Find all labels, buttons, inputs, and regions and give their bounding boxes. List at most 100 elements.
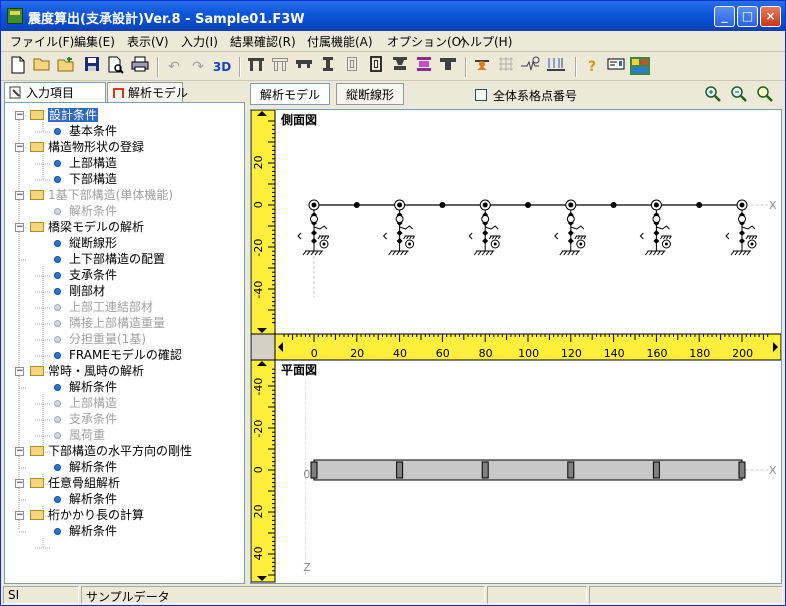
load-icon[interactable] bbox=[545, 56, 567, 78]
bearing-flat-icon[interactable] bbox=[437, 56, 459, 78]
bearing-icon[interactable] bbox=[389, 56, 411, 78]
ruler-tick-label: 60 bbox=[436, 347, 450, 360]
tree-item[interactable]: 解析条件 bbox=[54, 523, 117, 539]
column-i-icon[interactable] bbox=[317, 56, 339, 78]
menu-edit[interactable]: 編集(E) bbox=[74, 33, 115, 50]
tree-item[interactable]: 隣接上部構造重量 bbox=[54, 315, 165, 331]
rotation-spring bbox=[656, 225, 670, 230]
tree-label: 解析条件 bbox=[69, 204, 118, 218]
tree-item[interactable]: 解析条件 bbox=[54, 203, 117, 219]
tree-item[interactable]: 基本条件 bbox=[54, 123, 117, 139]
maximize-button[interactable]: □ bbox=[737, 6, 758, 27]
menu-help[interactable]: ヘルプ(H) bbox=[458, 33, 512, 50]
title-bar[interactable]: 震度算出(支承設計)Ver.8 - Sample01.F3W _ □ × bbox=[1, 1, 785, 31]
tree-item[interactable]: 風荷重 bbox=[54, 427, 105, 443]
tab-analysis-model[interactable]: 解析モデル bbox=[107, 82, 188, 102]
pier-support bbox=[639, 199, 672, 256]
print-preview-icon[interactable] bbox=[105, 56, 127, 78]
tree-label: 桁かかり長の計算 bbox=[48, 508, 145, 522]
pier-icon[interactable] bbox=[245, 56, 267, 78]
model-canvas[interactable]: 0 20 40 60 80 100 120 140 160 180 200 20 0 -20 -40 -40-… bbox=[250, 109, 782, 584]
item-bullet-icon bbox=[54, 304, 61, 311]
tree-item[interactable]: 解析条件 bbox=[54, 379, 117, 395]
redo-icon[interactable]: ↷ bbox=[187, 56, 209, 78]
pier-outline-icon[interactable] bbox=[269, 56, 291, 78]
save-icon[interactable] bbox=[81, 56, 103, 78]
collapse-toggle[interactable]: − bbox=[15, 191, 24, 200]
3d-view-icon[interactable]: 3D bbox=[211, 56, 233, 78]
collapse-toggle[interactable]: − bbox=[15, 111, 24, 120]
tree-item[interactable]: 分担重量(1基) bbox=[54, 331, 146, 347]
collapse-toggle[interactable]: − bbox=[15, 479, 24, 488]
tree-folder[interactable]: 構造物形状の登録 bbox=[30, 139, 144, 155]
ruler-tick-label: 200 bbox=[732, 347, 753, 360]
menu-options[interactable]: オプション(O) bbox=[387, 33, 466, 50]
pier-node bbox=[396, 238, 403, 244]
app-icon[interactable] bbox=[7, 8, 23, 24]
beam-icon[interactable] bbox=[293, 56, 315, 78]
tree-folder[interactable]: 任意骨組解析 bbox=[30, 475, 120, 491]
tree-item[interactable]: 解析条件 bbox=[54, 459, 117, 475]
column-frame-icon[interactable] bbox=[341, 56, 363, 78]
foundation-spring-center bbox=[322, 242, 326, 246]
undo-icon[interactable]: ↶ bbox=[163, 56, 185, 78]
tree-item[interactable]: 上部工連結部材 bbox=[54, 299, 153, 315]
model-drawing[interactable]: 0 20 40 60 80 100 120 140 160 180 200200-20-40-40-… bbox=[251, 110, 781, 583]
tree-folder[interactable]: 橋梁モデルの解析 bbox=[30, 219, 144, 235]
rubber-bearing-icon[interactable] bbox=[413, 56, 435, 78]
tree-folder[interactable]: 設計条件 bbox=[30, 107, 99, 123]
tree-item[interactable]: 剛部材 bbox=[54, 283, 105, 299]
rotation-spring bbox=[485, 225, 499, 230]
lateral-spring bbox=[554, 232, 559, 240]
menu-file[interactable]: ファイル(F) bbox=[10, 33, 74, 50]
collapse-toggle[interactable]: − bbox=[15, 511, 24, 520]
tree-item[interactable]: 縦断線形 bbox=[54, 235, 117, 251]
minimize-button[interactable]: _ bbox=[714, 6, 735, 27]
lateral-spring bbox=[468, 232, 473, 240]
zoom-in-icon[interactable] bbox=[702, 85, 724, 105]
help-icon[interactable]: ? bbox=[581, 56, 603, 78]
tab-input-items[interactable]: 入力項目 bbox=[4, 82, 106, 103]
global-node-number-checkbox[interactable] bbox=[475, 89, 487, 101]
item-bullet-icon bbox=[54, 272, 61, 279]
print-icon[interactable] bbox=[129, 56, 151, 78]
ground-hatch bbox=[645, 250, 666, 256]
message-icon[interactable] bbox=[605, 56, 627, 78]
menu-tools[interactable]: 付属機能(A) bbox=[307, 33, 373, 50]
tab-profile-view[interactable]: 縦断線形 bbox=[336, 83, 405, 105]
tree-item[interactable]: 支承条件 bbox=[54, 411, 117, 427]
tree-folder[interactable]: 下部構造の水平方向の剛性 bbox=[30, 443, 192, 459]
spring-icon[interactable] bbox=[519, 56, 541, 78]
collapse-toggle[interactable]: − bbox=[15, 367, 24, 376]
collapse-toggle[interactable]: − bbox=[15, 143, 24, 152]
tree-folder[interactable]: 桁かかり長の計算 bbox=[30, 507, 144, 523]
support-icon[interactable] bbox=[471, 56, 493, 78]
tree-item[interactable]: 上部構造 bbox=[54, 395, 117, 411]
ruler-tick-label: 140 bbox=[604, 347, 625, 360]
tree-folder[interactable]: 1基下部構造(単体機能) bbox=[30, 187, 173, 203]
tree-item[interactable]: 上部構造 bbox=[54, 155, 117, 171]
collapse-toggle[interactable]: − bbox=[15, 447, 24, 456]
menu-results[interactable]: 結果確認(R) bbox=[230, 33, 296, 50]
zoom-out-icon[interactable] bbox=[728, 85, 750, 105]
menu-input[interactable]: 入力(I) bbox=[181, 33, 218, 50]
side-ruler-label: -20 bbox=[252, 239, 265, 257]
tree-item[interactable]: 支承条件 bbox=[54, 267, 117, 283]
close-button[interactable]: × bbox=[760, 6, 781, 27]
open-folder-icon[interactable] bbox=[31, 56, 53, 78]
tree-item[interactable]: FRAMEモデルの確認 bbox=[54, 347, 182, 363]
column-frame-bold-icon[interactable] bbox=[365, 56, 387, 78]
tree-item[interactable]: 下部構造 bbox=[54, 171, 117, 187]
collapse-toggle[interactable]: − bbox=[15, 223, 24, 232]
menu-view[interactable]: 表示(V) bbox=[127, 33, 169, 50]
new-file-icon[interactable] bbox=[7, 56, 29, 78]
grid-icon[interactable] bbox=[495, 56, 517, 78]
open-folder-plus-icon[interactable] bbox=[55, 56, 77, 78]
tree-folder[interactable]: 常時・風時の解析 bbox=[30, 363, 144, 379]
tree-item[interactable]: 解析条件 bbox=[54, 491, 117, 507]
gallery-icon[interactable] bbox=[629, 56, 651, 78]
zoom-fit-icon[interactable] bbox=[754, 85, 776, 105]
tree-item[interactable]: 上下部構造の配置 bbox=[54, 251, 165, 267]
input-tree[interactable]: 設計条件 − 基本条件 構造物形状の登録 − 上部構造 下部構造 1基下部構造(単体機能) − 解… bbox=[4, 102, 245, 584]
tab-analysis-model-view[interactable]: 解析モデル bbox=[250, 83, 331, 105]
